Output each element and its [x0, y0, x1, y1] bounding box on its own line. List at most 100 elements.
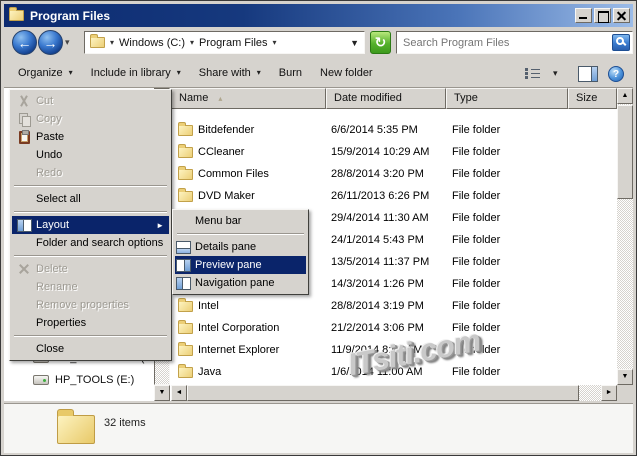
- vertical-scrollbar[interactable]: ▲ ▼: [617, 88, 633, 385]
- forward-button[interactable]: →: [38, 30, 63, 55]
- address-history-icon[interactable]: ▼: [350, 38, 359, 48]
- folder-icon: [178, 298, 193, 312]
- organize-menu: Cut Copy Paste Undo Redo Select all Layo…: [9, 89, 172, 361]
- file-name[interactable]: CCleaner: [198, 141, 244, 163]
- folder-icon: [90, 34, 105, 48]
- menu-item-properties[interactable]: Properties: [12, 314, 169, 332]
- file-name[interactable]: Common Files: [198, 163, 269, 185]
- details-pane-icon: [176, 240, 191, 254]
- horizontal-scrollbar[interactable]: ◄ ►: [171, 385, 617, 401]
- file-name[interactable]: Java: [198, 361, 221, 383]
- chevron-down-icon[interactable]: ▾: [110, 38, 114, 47]
- submenu-item-navigation-pane[interactable]: Navigation pane: [175, 274, 306, 292]
- item-count: 32 items: [104, 417, 146, 429]
- menu-item-paste[interactable]: Paste: [12, 128, 169, 146]
- file-type: File folder: [452, 212, 501, 224]
- clipboard-icon: [18, 129, 30, 144]
- preview-pane-button[interactable]: [578, 66, 598, 82]
- file-row[interactable]: Intel Corporation 21/2/2014 3:06 PM File…: [171, 317, 617, 339]
- folder-icon: [178, 342, 193, 356]
- share-with-button[interactable]: Share with ▾: [199, 67, 261, 79]
- menu-separator: [14, 211, 167, 213]
- menu-item-cut: Cut: [12, 92, 169, 110]
- views-icon[interactable]: [525, 68, 541, 80]
- submenu-arrow-icon: ►: [156, 220, 164, 230]
- folder-icon: [178, 364, 193, 378]
- file-row[interactable]: Intel 28/8/2014 3:19 PM File folder: [171, 295, 617, 317]
- column-header-date-modified[interactable]: Date modified: [326, 88, 446, 109]
- menu-item-select-all[interactable]: Select all: [12, 190, 169, 208]
- back-button[interactable]: ←: [12, 30, 37, 55]
- help-button[interactable]: ?: [608, 66, 624, 82]
- chevron-down-icon[interactable]: ▾: [273, 38, 277, 47]
- submenu-item-preview-pane[interactable]: Preview pane: [175, 256, 306, 274]
- scroll-up-button[interactable]: ▲: [617, 88, 633, 104]
- window-title: Program Files: [30, 8, 111, 23]
- submenu-item-details-pane[interactable]: Details pane: [175, 238, 306, 256]
- column-header-size[interactable]: Size: [568, 88, 617, 109]
- burn-button[interactable]: Burn: [279, 67, 302, 79]
- maximize-button[interactable]: [594, 8, 611, 23]
- scroll-down-button[interactable]: ▼: [617, 369, 633, 385]
- file-name[interactable]: Intel Corporation: [198, 317, 279, 339]
- search-box[interactable]: [396, 31, 633, 54]
- vertical-scrollbar-thumb[interactable]: [617, 105, 633, 199]
- menu-item-undo[interactable]: Undo: [12, 146, 169, 164]
- breadcrumb-windows-c[interactable]: Windows (C:): [119, 37, 185, 49]
- column-header-type[interactable]: Type: [446, 88, 568, 109]
- file-name[interactable]: Bitdefender: [198, 119, 254, 141]
- organize-button[interactable]: Organize ▾: [18, 67, 73, 79]
- file-type: File folder: [452, 146, 501, 158]
- file-date: 6/6/2014 5:35 PM: [331, 124, 418, 136]
- file-row[interactable]: Bitdefender 6/6/2014 5:35 PM File folder: [171, 119, 617, 141]
- menu-separator: [14, 255, 167, 257]
- file-date: 29/4/2014 11:30 AM: [331, 212, 429, 224]
- file-name[interactable]: Intel: [198, 295, 219, 317]
- copy-icon: [18, 113, 31, 127]
- folder-icon: [178, 122, 193, 136]
- chevron-down-icon[interactable]: ▾: [190, 38, 194, 47]
- column-header-name[interactable]: Name ▴: [171, 88, 326, 109]
- new-folder-button[interactable]: New folder: [320, 67, 373, 79]
- file-name[interactable]: DVD Maker: [198, 185, 255, 207]
- navpane-scroll-down-button[interactable]: ▼: [154, 385, 170, 401]
- chevron-down-icon: ▾: [256, 68, 261, 77]
- chevron-down-icon: ▾: [176, 68, 181, 77]
- menu-item-layout[interactable]: Layout ►: [12, 216, 169, 234]
- folder-icon: [178, 320, 193, 334]
- menu-item-folder-and-search-options[interactable]: Folder and search options: [12, 234, 169, 252]
- file-row[interactable]: DVD Maker 26/11/2013 6:26 PM File folder: [171, 185, 617, 207]
- search-button[interactable]: [612, 34, 630, 51]
- file-name[interactable]: Internet Explorer: [198, 339, 279, 361]
- recent-pages-icon[interactable]: ▾: [65, 37, 70, 48]
- title-bar: Program Files: [4, 4, 633, 27]
- file-date: 15/9/2014 10:29 AM: [331, 146, 430, 158]
- tree-item-hp-tools[interactable]: HP_TOOLS (E:): [33, 374, 134, 386]
- address-bar[interactable]: ▾ Windows (C:) ▾ Program Files ▾ ▼: [84, 31, 365, 54]
- menu-item-rename: Rename: [36, 281, 78, 293]
- refresh-button[interactable]: ↻: [370, 31, 391, 54]
- layout-icon: [16, 218, 32, 232]
- breadcrumb-program-files[interactable]: Program Files: [199, 37, 267, 49]
- include-in-library-button[interactable]: Include in library ▾: [91, 67, 181, 79]
- file-row[interactable]: Common Files 28/8/2014 3:20 PM File fold…: [171, 163, 617, 185]
- views-dropdown-icon[interactable]: ▾: [553, 68, 558, 79]
- menu-item-close[interactable]: Close: [12, 340, 169, 358]
- navigation-pane-icon: [176, 276, 191, 290]
- scroll-right-button[interactable]: ►: [601, 385, 617, 401]
- explorer-window: Program Files ← → ▾ ▾ Windows (C:) ▾ Pro…: [0, 0, 637, 456]
- horizontal-scrollbar-thumb[interactable]: [187, 385, 579, 401]
- file-date: 24/1/2014 5:43 PM: [331, 234, 424, 246]
- menu-item-delete: Delete: [12, 260, 169, 278]
- search-input[interactable]: [397, 36, 612, 49]
- folder-icon: [178, 188, 193, 202]
- file-date: 14/3/2014 1:26 PM: [331, 278, 424, 290]
- scroll-left-button[interactable]: ◄: [171, 385, 187, 401]
- submenu-item-menu-bar[interactable]: Menu bar: [175, 212, 306, 230]
- file-type: File folder: [452, 124, 501, 136]
- command-bar: Organize ▾ Include in library ▾ Share wi…: [4, 58, 633, 88]
- close-button[interactable]: [613, 8, 630, 23]
- file-type: File folder: [452, 168, 501, 180]
- minimize-button[interactable]: [575, 8, 592, 23]
- file-row[interactable]: CCleaner 15/9/2014 10:29 AM File folder: [171, 141, 617, 163]
